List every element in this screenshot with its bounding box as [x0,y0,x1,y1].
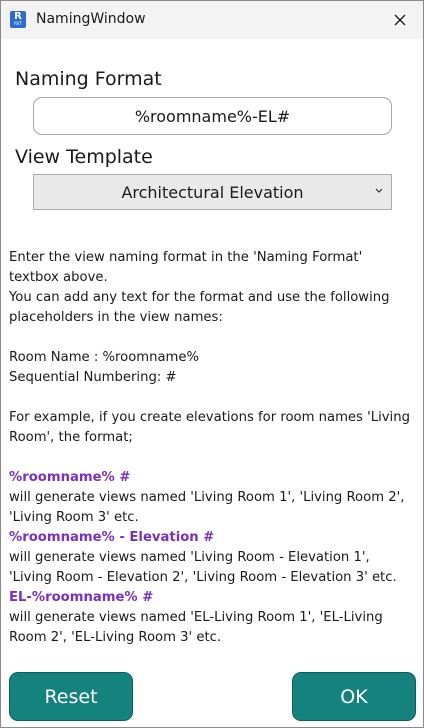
view-template-dropdown[interactable]: Architectural Elevation [33,174,392,210]
ok-button[interactable]: OK [292,672,416,721]
window-title: NamingWindow [36,11,146,27]
example-3-result: will generate views named 'EL-Living Roo… [9,610,383,645]
example-2-result: will generate views named 'Living Room -… [9,550,397,585]
close-button[interactable] [377,1,423,39]
help-line-2: You can add any text for the format and … [9,290,390,325]
example-1-result: will generate views named 'Living Room 1… [9,490,405,525]
help-text: Enter the view naming format in the 'Nam… [9,248,413,648]
naming-format-input[interactable] [33,97,392,135]
view-template-selected: Architectural Elevation [121,182,304,202]
title-bar[interactable]: R RVT NamingWindow [1,1,423,39]
revit-app-icon: R RVT [10,11,26,28]
close-icon [394,14,406,26]
room-name-placeholder-info: Room Name : %roomname% [9,350,200,365]
example-1-format: %roomname% # [9,470,131,485]
example-2-format: %roomname% - Elevation # [9,530,215,545]
naming-window: R RVT NamingWindow Naming Format View Te… [0,0,424,728]
naming-format-label: Naming Format [15,68,162,90]
view-template-label: View Template [15,146,153,168]
sequential-numbering-info: Sequential Numbering: # [9,370,177,385]
example-3-format: EL-%roomname% # [9,590,154,605]
app-icon-sub: RVT [14,21,22,26]
chevron-down-icon [375,188,383,193]
reset-button[interactable]: Reset [9,672,133,721]
example-intro: For example, if you create elevations fo… [9,410,410,445]
help-line-1: Enter the view naming format in the 'Nam… [9,250,363,285]
